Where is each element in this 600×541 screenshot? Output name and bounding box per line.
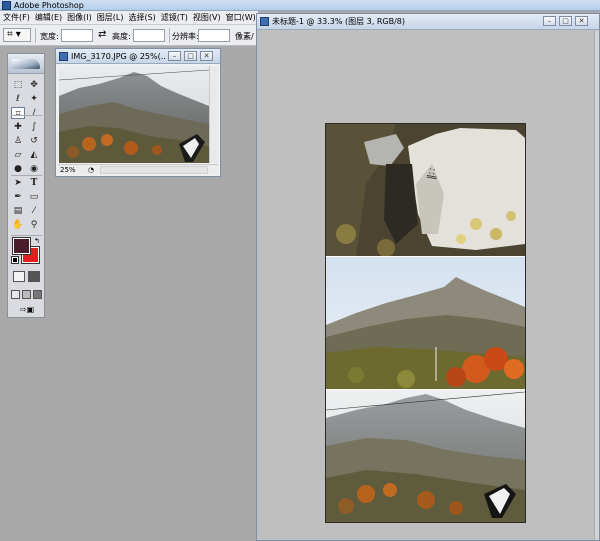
document-titlebar[interactable]: IMG_3170.JPG @ 25%(... – □ ✕ [56,49,220,64]
app-title: Adobe Photoshop [14,1,84,10]
height-label: 高度: [112,32,131,41]
eraser-icon[interactable]: ▱ [11,149,25,161]
photo-layer-3 [326,390,525,522]
dodge-icon[interactable]: ◉ [27,163,41,175]
slice-icon[interactable]: ∕ [27,107,41,119]
screen-mode-full-menu-icon[interactable] [22,290,31,299]
divider [11,235,42,236]
width-label: 宽度: [40,32,59,41]
height-field[interactable] [133,29,165,42]
path-select-icon[interactable]: ➤ [11,177,25,189]
move-icon[interactable]: ✥ [27,79,41,91]
width-field[interactable] [61,29,93,42]
document-canvas[interactable] [59,66,209,163]
swap-dimensions-icon[interactable]: ⇄ [98,29,106,40]
screen-mode-full-icon[interactable] [33,290,42,299]
close-button[interactable]: ✕ [200,51,213,61]
document-icon [260,17,269,26]
default-colors-icon[interactable] [11,256,19,264]
history-brush-icon[interactable]: ↺ [27,135,41,147]
status-bar: 25% ◔ [58,164,218,174]
photoshop-logo-icon [2,1,11,10]
document-title: IMG_3170.JPG @ 25%(... [71,52,166,61]
shape-icon[interactable]: ▭ [27,191,41,203]
document-titlebar[interactable]: 未标题-1 @ 33.3% (图层 3, RGB/8) – □ ✕ [257,14,599,30]
menu-bar: 文件(F) 编辑(E) 图像(I) 图层(L) 选择(S) 滤镜(T) 视图(V… [0,11,258,25]
options-bar: ⌗ ▾ 宽度: ⇄ 高度: 分辨率: 像素/ [0,25,258,46]
menu-window[interactable]: 窗口(W) [226,11,256,25]
eyedropper-icon[interactable]: ⁄ [27,205,41,217]
divider [11,115,42,116]
document-window-img3170: IMG_3170.JPG @ 25%(... – □ ✕ 25% ◔ [55,48,221,177]
menu-select[interactable]: 选择(S) [128,11,155,25]
menu-filter[interactable]: 滤镜(T) [161,11,188,25]
mountain-photo-image [59,66,209,163]
status-menu-icon[interactable]: ◔ [88,165,94,175]
photo-layer-2 [326,257,525,389]
swap-colors-icon[interactable]: ↰ [34,237,40,245]
resolution-unit-label: 像素/ [235,32,254,41]
notes-icon[interactable]: ▤ [11,205,25,217]
minimize-button[interactable]: – [168,51,181,61]
zoom-level[interactable]: 25% [60,165,76,175]
minimize-button[interactable]: – [543,16,556,26]
divider [11,175,42,176]
rock-photo-image: ∥∷ [326,124,525,256]
foreground-color-swatch[interactable] [12,237,31,255]
toolbox: ⬚ ✥ ℓ ✦ ⌗ ∕ ✚ ∫ ♙ ↺ ▱ ◭ ● ◉ ➤ T ✒ ▭ ▤ ⁄ … [7,53,45,318]
divider [35,28,36,43]
quick-mask-icon[interactable] [28,271,40,282]
tool-grid: ⬚ ✥ ℓ ✦ ⌗ ∕ ✚ ∫ ♙ ↺ ▱ ◭ ● ◉ ➤ T ✒ ▭ ▤ ⁄ … [11,79,43,231]
clone-stamp-icon[interactable]: ♙ [11,135,25,147]
divider [169,28,170,43]
svg-text:∥∷: ∥∷ [426,167,439,180]
healing-brush-icon[interactable]: ✚ [11,121,25,133]
jump-to-imageready-icon[interactable]: ⇨▣ [16,305,38,314]
paint-bucket-icon[interactable]: ◭ [27,149,41,161]
standard-mode-icon[interactable] [13,271,25,282]
pen-icon[interactable]: ✒ [11,191,25,203]
document-icon [59,52,68,61]
lasso-icon[interactable]: ℓ [11,93,25,105]
app-title-bar: Adobe Photoshop [0,0,600,11]
crop-icon[interactable]: ⌗ [11,107,25,119]
horizontal-scrollbar[interactable] [100,166,208,174]
zoom-icon[interactable]: ⚲ [27,219,41,231]
composite-canvas[interactable]: ∥∷ [325,123,526,523]
crop-preset-picker[interactable]: ⌗ ▾ [3,28,31,42]
magic-wand-icon[interactable]: ✦ [27,93,41,105]
photo-layer-1: ∥∷ [326,124,525,256]
document-canvas-area[interactable]: ∥∷ [257,31,599,540]
mountain-photo-image [326,257,525,389]
resolution-label: 分辨率: [172,32,199,41]
screen-mode-standard-icon[interactable] [11,290,20,299]
maximize-button[interactable]: □ [184,51,197,61]
misty-mountain-photo-image [326,390,525,522]
marquee-icon[interactable]: ⬚ [11,79,25,91]
type-icon[interactable]: T [27,177,41,189]
close-button[interactable]: ✕ [575,16,588,26]
toolbox-header[interactable] [8,54,44,74]
vertical-scrollbar[interactable] [594,31,599,540]
feather-logo-icon [12,59,40,69]
menu-image[interactable]: 图像(I) [67,11,92,25]
resolution-field[interactable] [198,29,230,42]
blur-icon[interactable]: ● [11,163,25,175]
menu-edit[interactable]: 编辑(E) [35,11,62,25]
maximize-button[interactable]: □ [559,16,572,26]
document-title: 未标题-1 @ 33.3% (图层 3, RGB/8) [272,17,406,26]
brush-icon[interactable]: ∫ [27,121,41,133]
hand-icon[interactable]: ✋ [11,219,25,231]
vertical-scrollbar[interactable] [209,66,218,163]
document-window-untitled: 未标题-1 @ 33.3% (图层 3, RGB/8) – □ ✕ ∥∷ [256,13,600,541]
menu-file[interactable]: 文件(F) [3,11,30,25]
menu-layer[interactable]: 图层(L) [97,11,124,25]
menu-view[interactable]: 视图(V) [193,11,221,25]
